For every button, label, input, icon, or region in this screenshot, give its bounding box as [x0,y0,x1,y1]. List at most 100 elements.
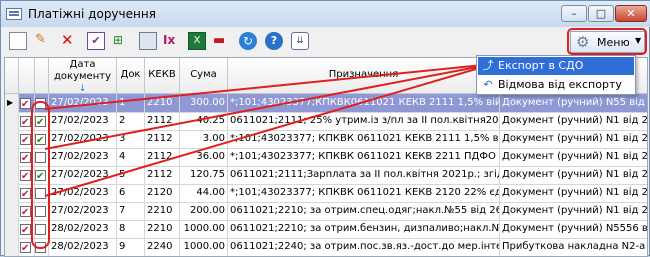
cell-kekv: 2210 [145,202,180,221]
table-row[interactable]: 28/02/2023822101000.000611021;2210; за о… [5,220,647,239]
close-button[interactable]: ✕ [615,5,647,22]
export-icon[interactable]: ▬ [213,32,231,50]
filter-icon[interactable]: Ix [163,32,181,50]
cell-document: Документ (ручний) N1 від 2 [500,148,647,167]
cell-date: 27/02/2023 [49,130,117,149]
cell-docnum: 7 [117,202,145,221]
cell-purpose: 0611021;2240; за отрим.пос.зв.яз.-дост.д… [228,238,500,256]
cell-sum: 120.75 [180,166,228,185]
cell-purpose: *;101;43023377;КПКВК0611021 КЕКВ 2111 1,… [228,94,500,113]
cell-sum: 300.00 [180,94,228,113]
cell-date: 27/02/2023 [49,148,117,167]
table-row[interactable]: 27/02/2023321123.00*;101;43023377; КПКВК… [5,130,647,149]
mark-checkbox[interactable] [20,150,31,166]
mark-checkbox[interactable] [20,96,31,112]
row-indicator [5,166,19,185]
table-row[interactable]: 27/02/20232211240.250611021;2111; 25% ут… [5,112,647,131]
cell-document: Документ (ручний) N5556 в [500,220,647,239]
cell-docnum: 2 [117,112,145,131]
mark-checkbox[interactable] [20,114,31,130]
copy-icon[interactable] [139,32,157,50]
indicator-header [5,58,19,94]
cell-purpose: 0611021;2111; 25% утрим.із з/пл за ІІ по… [228,112,500,131]
cell-kekv: 2120 [145,184,180,203]
help-icon[interactable]: ? [265,32,283,50]
header-purpose[interactable]: Призначення [228,58,500,94]
edit-icon[interactable]: ✎ [35,32,53,50]
window-title: Платіжні доручення [28,7,156,21]
header-docnum[interactable]: Док № [117,58,145,114]
cell-document: Прибуткова накладна N2-а [500,238,647,256]
row-indicator [5,148,19,167]
checkbox-column-highlight [31,101,50,249]
menu-highlight [567,28,647,55]
maximize-button[interactable]: □ [588,5,614,22]
new-doc-icon[interactable] [9,32,27,50]
table-row[interactable]: 27/02/20234211236.00*;101;43023377; КПКВ… [5,148,647,167]
cell-purpose: 0611021;2210; за отрим.спец.одяг;накл.№5… [228,202,500,221]
cell-docnum: 5 [117,166,145,185]
export-icon: ⤴ [482,59,494,72]
check-icon[interactable]: ✔ [87,32,105,50]
mark-checkbox[interactable] [20,240,31,256]
menu-item-export[interactable]: ⤴ Експорт в СДО [478,57,634,75]
delete-icon[interactable]: ✕ [61,32,79,50]
cell-docnum: 6 [117,184,145,203]
cell-kekv: 2112 [145,166,180,185]
cell-docnum: 1 [117,94,145,113]
header-date[interactable]: Дата документу ↓ [49,58,117,94]
undo-icon: ↶ [483,78,493,91]
cell-docnum: 3 [117,130,145,149]
cell-purpose: 0611021;2210; за отрим.бензин, дизпаливо… [228,220,500,239]
mark-checkbox[interactable] [20,222,31,238]
cell-kekv: 2112 [145,130,180,149]
row-indicator [5,130,19,149]
mark-checkbox[interactable] [20,168,31,184]
row-indicator: ▶ [5,94,19,113]
cell-purpose: 0611021;2111;Зарплата за ІІ пол.квітня 2… [228,166,500,185]
table-row[interactable]: 28/02/2023922401000.000611021;2240; за о… [5,238,647,256]
cell-sum: 3.00 [180,130,228,149]
expand-icon[interactable]: ⇊ [291,32,309,50]
row-indicator [5,220,19,239]
menu-item-cancel-export[interactable]: ↶ Відмова від експорту [478,76,634,94]
minimize-button[interactable]: – [561,5,587,22]
checkbox-header [19,58,35,94]
cell-kekv: 2112 [145,148,180,167]
table-row[interactable]: ▶ 27/02/202312210300.00*;101;43023377;КПК… [5,94,647,113]
mark-checkbox[interactable] [20,132,31,148]
cell-document: Документ (ручний) N1 від 2 [500,130,647,149]
cell-date: 27/02/2023 [49,184,117,203]
cell-sum: 40.25 [180,112,228,131]
cell-date: 27/02/2023 [49,112,117,131]
cell-purpose: *;101;43023377; КПКВК 0611021 КЕКВ 2211 … [228,148,500,167]
sort-icon: ↓ [78,84,87,94]
row-indicator [5,238,19,256]
hierarchy-icon[interactable]: ⊞ [113,32,131,50]
cell-sum: 44.00 [180,184,228,203]
cell-document: Документ (ручний) N1 від 2 [500,202,647,221]
cell-sum: 1000.00 [180,220,228,239]
refresh-icon[interactable]: ↻ [239,32,257,50]
mark-checkbox[interactable] [20,186,31,202]
checkbox2-header [35,58,49,94]
window: Платіжні доручення – □ ✕ ✎ ✕ ✔ ⊞ Ix X ▬ … [0,0,650,257]
cell-docnum: 8 [117,220,145,239]
excel-icon[interactable]: X [188,32,206,50]
cell-date: 28/02/2023 [49,238,117,256]
mark-checkbox[interactable] [20,204,31,220]
cell-document: Документ (ручний) N1 від 2 [500,166,647,185]
header-sum[interactable]: Сума [180,58,228,94]
menu-dropdown: ⤴ Експорт в СДО ↶ Відмова від експорту [476,55,636,95]
cell-document: Документ (ручний) N55 від [500,94,647,113]
cell-date: 28/02/2023 [49,220,117,239]
table-row[interactable]: 27/02/20236212044.00*;101;43023377; КПКВ… [5,184,647,203]
row-indicator [5,184,19,203]
cell-docnum: 9 [117,238,145,256]
cell-kekv: 2210 [145,220,180,239]
cell-sum: 200.00 [180,202,228,221]
table-row[interactable]: 27/02/202352112120.750611021;2111;Зарпла… [5,166,647,185]
header-kekv[interactable]: КЕКВ [145,58,180,94]
table-row[interactable]: 27/02/202372210200.000611021;2210; за от… [5,202,647,221]
cell-kekv: 2210 [145,94,180,113]
